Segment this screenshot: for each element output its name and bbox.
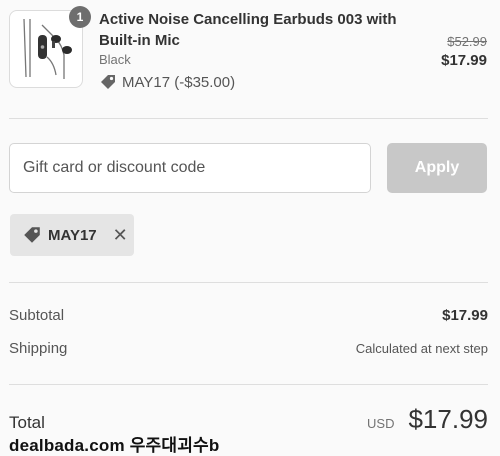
currency-code: USD bbox=[367, 416, 395, 431]
close-icon[interactable]: ✕ bbox=[113, 226, 128, 244]
divider bbox=[9, 282, 488, 283]
subtotal-label: Subtotal bbox=[9, 307, 65, 324]
price-tag-icon bbox=[101, 75, 115, 89]
total-value: $17.99 bbox=[408, 404, 488, 434]
earbuds-icon bbox=[23, 18, 72, 79]
divider bbox=[9, 384, 488, 385]
shipping-label: Shipping bbox=[9, 340, 68, 357]
applied-discount-chip: MAY17 ✕ bbox=[10, 214, 134, 256]
divider bbox=[9, 118, 488, 119]
total-amount-group: USD $17.99 bbox=[367, 404, 488, 435]
product-variant: Black bbox=[99, 52, 131, 67]
discount-code-input[interactable] bbox=[9, 143, 371, 193]
product-discount-label: MAY17 (-$35.00) bbox=[122, 73, 236, 91]
watermark: dealbada.com 우주대괴수b bbox=[9, 436, 220, 455]
price-tag-icon bbox=[24, 227, 40, 243]
applied-discount-code: MAY17 bbox=[48, 226, 97, 244]
shipping-value: Calculated at next step bbox=[355, 341, 488, 356]
subtotal-value: $17.99 bbox=[442, 307, 488, 324]
product-name: Active Noise Cancelling Earbuds 003 with… bbox=[99, 11, 397, 49]
shipping-row: Shipping Calculated at next step bbox=[9, 340, 488, 357]
quantity-badge: 1 bbox=[69, 6, 91, 28]
apply-button[interactable]: Apply bbox=[387, 143, 487, 193]
cart-line-item: 1 Active Noise Cancelling Earbuds 003 wi… bbox=[9, 6, 489, 100]
original-price: $52.99 bbox=[447, 34, 487, 49]
product-discount: MAY17 (-$35.00) bbox=[99, 73, 235, 91]
subtotal-row: Subtotal $17.99 bbox=[9, 307, 488, 324]
total-label: Total bbox=[9, 413, 45, 432]
product-price: $17.99 bbox=[441, 52, 487, 69]
